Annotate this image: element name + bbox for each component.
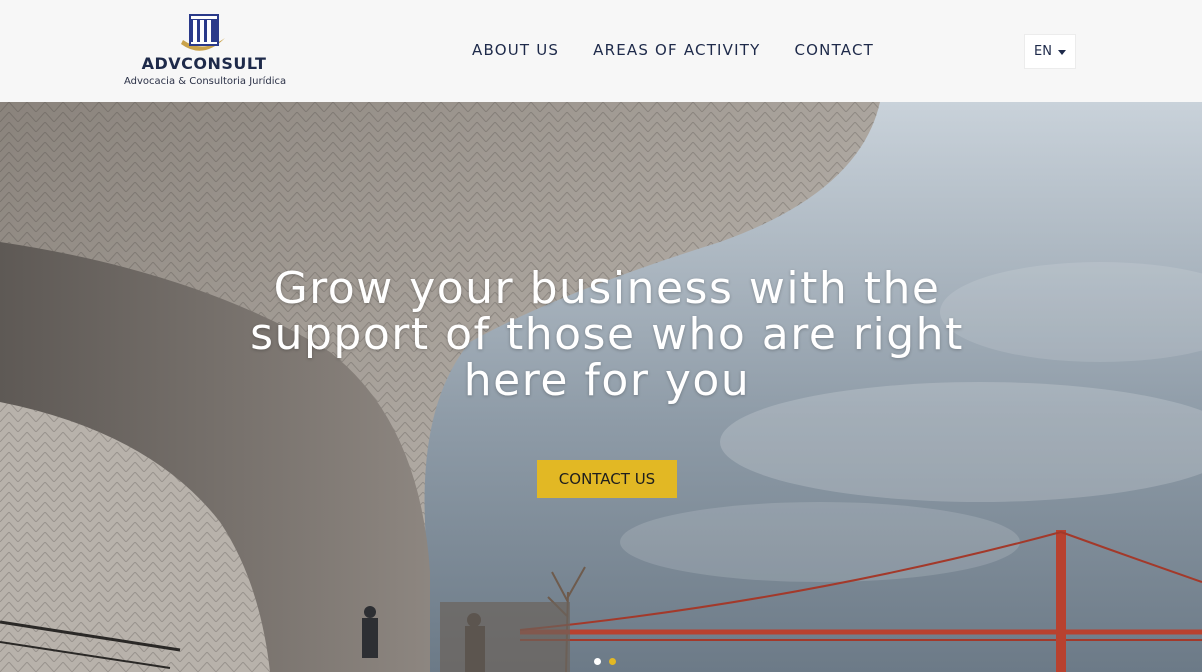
slider-dot-1[interactable] [594,658,601,665]
slider-dots [594,658,616,665]
page: ADVCONSULT Advocacia & Consultoria Juríd… [0,0,1202,672]
hero-section: Grow your business with the support of t… [0,102,1202,672]
nav-areas-of-activity[interactable]: AREAS OF ACTIVITY [593,38,760,62]
hero-title: Grow your business with the support of t… [250,263,964,406]
pillar-logo-icon [181,14,225,51]
brand-name: ADVCONSULT [141,54,267,73]
nav-contact[interactable]: CONTACT [795,38,875,62]
brand-tagline: Advocacia & Consultoria Jurídica [124,76,287,87]
nav-about-us[interactable]: ABOUT US [472,38,559,62]
site-header: ADVCONSULT Advocacia & Consultoria Juríd… [0,0,1202,102]
contact-us-button[interactable]: CONTACT US [537,460,677,498]
language-label: EN [1034,44,1052,59]
language-selector[interactable]: EN [1024,34,1076,69]
main-nav: ABOUT US AREAS OF ACTIVITY CONTACT [472,38,874,62]
chevron-down-icon [1057,50,1066,55]
slider-dot-2[interactable] [609,658,616,665]
logo-link[interactable]: ADVCONSULT Advocacia & Consultoria Juríd… [124,10,287,92]
